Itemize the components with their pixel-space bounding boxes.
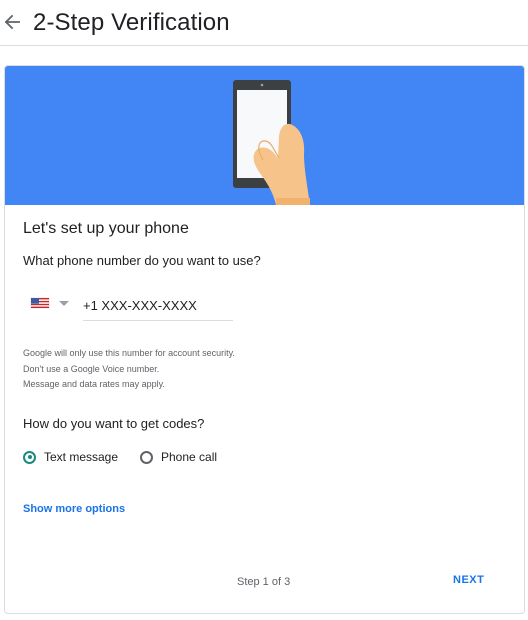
phone-question: What phone number do you want to use? (23, 253, 261, 268)
text-message-radio[interactable] (23, 450, 36, 464)
page-title: 2-Step Verification (33, 9, 230, 36)
phone-call-label: Phone call (161, 450, 218, 464)
step-indicator: Step 1 of 3 (237, 576, 291, 588)
back-button[interactable] (2, 11, 22, 33)
setup-card: Let's set up your phone What phone numbe… (4, 65, 525, 614)
us-flag-icon (30, 297, 69, 309)
phone-in-hand-illustration (233, 80, 310, 205)
next-button[interactable]: NEXT (453, 574, 484, 586)
phone-call-radio[interactable] (140, 450, 153, 464)
phone-number-input[interactable] (83, 294, 233, 321)
help-line-rates: Message and data rates may apply. (23, 379, 165, 389)
text-message-option[interactable]: Text message (23, 447, 118, 467)
help-line-security: Google will only use this number for acc… (23, 348, 235, 358)
help-text: Google will only use this number for acc… (23, 346, 235, 393)
help-line-voice: Don't use a Google Voice number. (23, 363, 160, 374)
hero-banner (5, 66, 524, 205)
card-title: Let's set up your phone (23, 220, 189, 237)
codes-question: How do you want to get codes? (23, 416, 205, 431)
top-bar: 2-Step Verification (0, 0, 528, 46)
arrow-left-icon (4, 14, 20, 30)
show-more-options-link[interactable]: Show more options (23, 503, 125, 515)
phone-call-option[interactable]: Phone call (140, 447, 217, 467)
chevron-down-icon (59, 301, 69, 306)
text-message-label: Text message (44, 450, 119, 464)
country-select[interactable] (29, 294, 73, 312)
